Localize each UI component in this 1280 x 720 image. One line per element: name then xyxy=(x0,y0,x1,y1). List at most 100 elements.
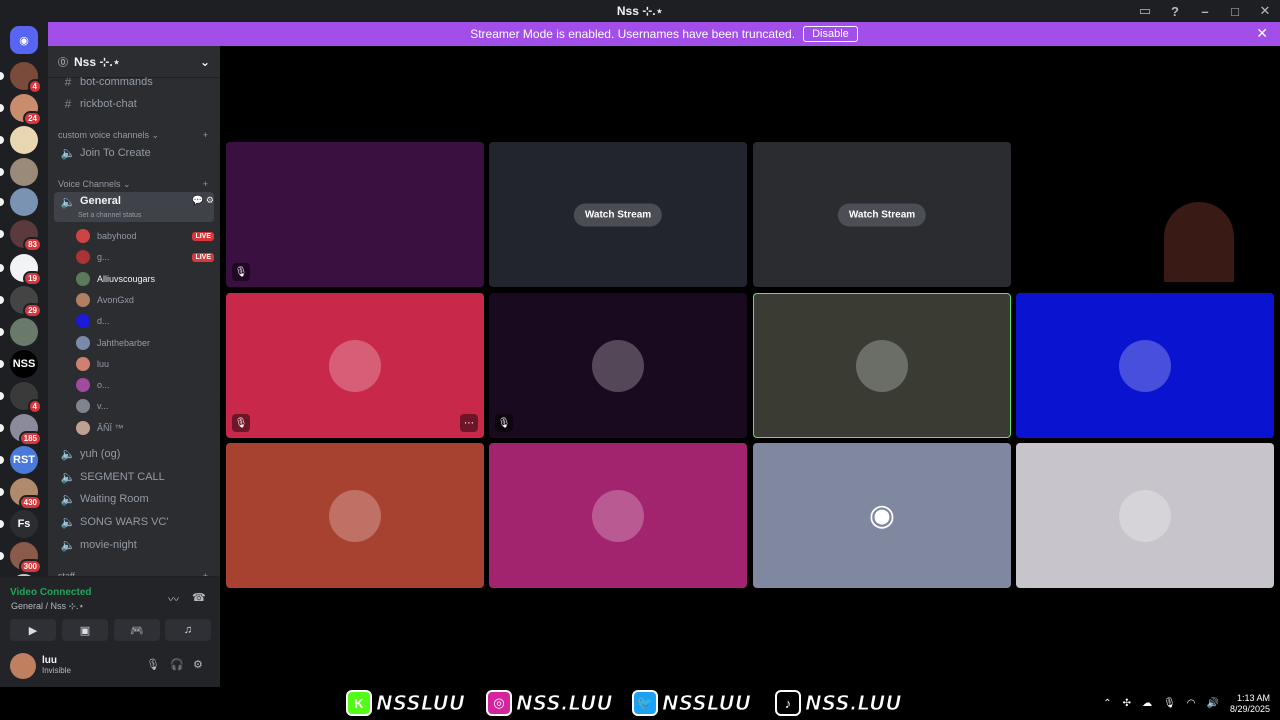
channel-label: yuh (og) xyxy=(80,448,121,460)
avatar[interactable] xyxy=(10,653,36,679)
voice-channel[interactable]: 🔈 yuh (og) xyxy=(54,443,214,465)
server-icon[interactable]: Fs xyxy=(10,510,38,538)
unread-pill xyxy=(0,328,4,336)
close-banner-icon[interactable]: ✕ xyxy=(1256,25,1268,42)
more-options-icon[interactable]: ⋯ xyxy=(460,414,478,432)
server-icon[interactable]: 83 xyxy=(10,220,42,252)
headphones-icon[interactable]: 🎧 xyxy=(170,658,184,671)
voice-channel[interactable]: 🔈 SONG WARS VC' xyxy=(54,511,214,533)
video-tile[interactable]: 🎙 ⋯ xyxy=(226,293,484,438)
unread-pill xyxy=(0,488,4,496)
video-tile[interactable]: 🎙 xyxy=(489,293,747,438)
watch-stream-button[interactable]: Watch Stream xyxy=(837,203,927,226)
close-button[interactable]: ✕ xyxy=(1250,0,1280,22)
channel-sidebar: ⓪ Nss ⊹.⋆ ⌄ # bot-commands # rickbot-chat … xyxy=(48,46,220,576)
voice-user[interactable]: o... xyxy=(76,375,214,395)
server-icon[interactable]: 300 xyxy=(10,542,42,574)
cloud-icon[interactable]: ☁ xyxy=(1142,698,1152,709)
server-icon[interactable] xyxy=(10,158,38,186)
clock[interactable]: 1:13 AM 8/29/2025 xyxy=(1230,693,1270,715)
unread-pill xyxy=(0,520,4,528)
server-icon[interactable]: NSS xyxy=(10,350,38,378)
avatar xyxy=(329,339,381,392)
window-title: Nss ⊹.⋆ xyxy=(616,4,664,18)
channel-bot-commands[interactable]: # bot-commands xyxy=(54,71,214,93)
maximize-button[interactable]: □ xyxy=(1220,0,1250,22)
unread-badge: 29 xyxy=(23,303,42,318)
voice-user[interactable]: AvonGxd xyxy=(76,290,214,310)
activity-button[interactable]: 🎮 xyxy=(114,619,160,641)
video-tile[interactable] xyxy=(753,293,1011,438)
noise-suppression-icon[interactable]: 〰 xyxy=(168,591,179,607)
chevron-up-icon[interactable]: ⌃ xyxy=(1103,698,1111,709)
volume-icon[interactable]: 🔊 xyxy=(1207,698,1219,709)
video-tile[interactable] xyxy=(1016,142,1274,287)
disconnect-icon[interactable]: ☎ xyxy=(192,591,206,604)
video-tile[interactable]: 🎙 xyxy=(226,142,484,287)
voice-user[interactable]: luu xyxy=(76,354,214,374)
user-panel: luu Invisible 🎙 🎧 ⚙ xyxy=(0,646,220,687)
disable-streamer-mode-button[interactable]: Disable xyxy=(803,26,858,42)
microphone-icon[interactable]: 🎙 xyxy=(146,658,160,671)
server-icon[interactable]: 24 xyxy=(10,94,42,126)
server-icon[interactable] xyxy=(10,188,38,216)
channel-rickbot-chat[interactable]: # rickbot-chat xyxy=(54,93,214,115)
screen-share-button[interactable]: ▣ xyxy=(62,619,108,641)
soundboard-button[interactable]: ♫ xyxy=(165,619,211,641)
voice-channel[interactable]: 🔈 SEGMENT CALL xyxy=(54,466,214,488)
category-custom-voice[interactable]: custom voice channels ⌄ + xyxy=(58,130,208,141)
channel-status[interactable]: Set a channel status xyxy=(78,212,141,219)
watch-stream-button[interactable]: Watch Stream xyxy=(573,203,663,226)
voice-user[interactable]: ÂÑÏ ™ xyxy=(76,418,214,438)
add-channel-icon[interactable]: + xyxy=(203,130,208,141)
stream-tile[interactable]: Watch Stream xyxy=(489,142,747,287)
voice-channel[interactable]: 🔈 movie-night xyxy=(54,534,214,556)
server-icon[interactable]: RST xyxy=(10,446,38,474)
video-tile[interactable] xyxy=(1016,293,1274,438)
channel-join-to-create[interactable]: 🔈 Join To Create xyxy=(54,142,214,164)
wifi-icon[interactable]: ◠ xyxy=(1187,698,1196,709)
video-tile[interactable] xyxy=(226,443,484,588)
boost-icon: ⓪ xyxy=(58,58,68,69)
inbox-icon[interactable]: ▭ xyxy=(1130,0,1160,22)
camera-off-button[interactable]: ▶ xyxy=(10,619,56,641)
social-handle-text: NSSLUU xyxy=(662,691,752,716)
discord-home-icon[interactable]: ◉ xyxy=(10,26,38,54)
server-icon[interactable]: 430 xyxy=(10,478,42,510)
voice-channel-name[interactable]: General / Nss ⊹.⋆ xyxy=(11,601,84,612)
social-handle-text: NSS.LUU xyxy=(516,691,614,716)
mic-tray-icon[interactable]: 🎙 xyxy=(1163,698,1176,709)
category-voice-channels[interactable]: Voice Channels ⌄ + xyxy=(58,179,208,190)
unread-badge: 300 xyxy=(18,559,42,574)
settings-gear-icon[interactable]: ⚙ xyxy=(193,658,203,671)
unread-badge: 430 xyxy=(18,495,42,510)
speaker-icon: 🔈 xyxy=(60,515,76,530)
voice-user[interactable]: v... xyxy=(76,396,214,416)
channel-actions-icons[interactable]: 💬 ⚙ xyxy=(192,195,214,206)
stream-tile[interactable]: Watch Stream xyxy=(753,142,1011,287)
avatar xyxy=(76,420,90,435)
server-icon[interactable] xyxy=(10,126,38,154)
voice-user[interactable]: Alliuvscougars xyxy=(76,269,214,289)
server-icon[interactable]: 19 xyxy=(10,254,42,286)
voice-user[interactable]: Jahthebarber xyxy=(76,333,214,353)
app-icon[interactable]: ✣ xyxy=(1123,698,1131,709)
server-icon[interactable]: 4 xyxy=(10,382,42,414)
server-icon[interactable]: 185 xyxy=(10,414,42,446)
minimize-button[interactable]: – xyxy=(1190,0,1220,22)
voice-user[interactable]: g... LIVE xyxy=(76,247,214,267)
video-tile[interactable] xyxy=(489,443,747,588)
server-icon[interactable] xyxy=(10,318,38,346)
chevron-down-icon[interactable]: ⌄ xyxy=(200,55,210,69)
voice-user[interactable]: babyhood LIVE xyxy=(76,226,214,246)
add-channel-icon[interactable]: + xyxy=(203,179,208,190)
help-icon[interactable]: ? xyxy=(1160,0,1190,22)
unread-pill xyxy=(0,168,4,176)
video-tile[interactable] xyxy=(1016,443,1274,588)
voice-user[interactable]: d... xyxy=(76,311,214,331)
taskbar: K NSSLUU ◎ NSS.LUU 🐦 NSSLUU ♪ NSS.LUU ⌃ ✣ ☁ 🎙 ◠… xyxy=(0,687,1280,720)
video-tile[interactable]: ◉ xyxy=(753,443,1011,588)
server-icon[interactable]: 29 xyxy=(10,286,42,318)
voice-channel[interactable]: 🔈 Waiting Room xyxy=(54,488,214,510)
server-icon[interactable]: 4 xyxy=(10,62,42,94)
